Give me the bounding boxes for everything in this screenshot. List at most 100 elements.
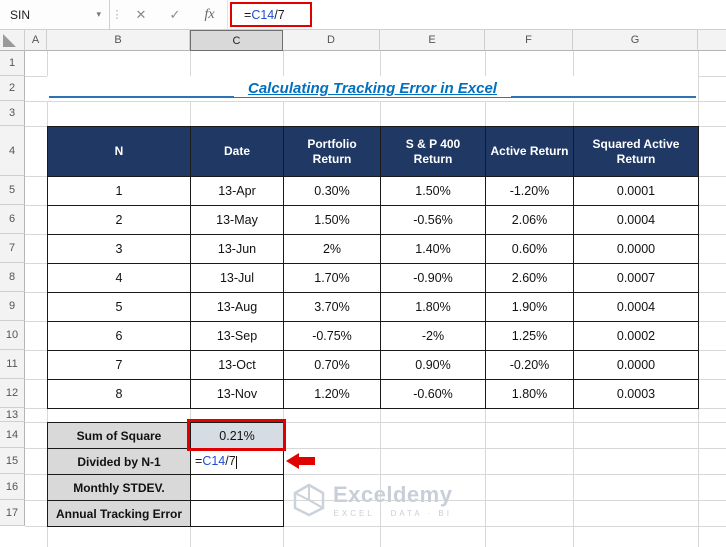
active-edit-cell[interactable]: =C14/7 [190, 448, 284, 475]
column-header-c[interactable]: C [190, 30, 283, 51]
cancel-button[interactable]: ✕ [124, 0, 158, 29]
cell[interactable]: 2% [283, 234, 381, 264]
cell[interactable]: 1.25% [485, 321, 574, 351]
cell[interactable]: -0.75% [283, 321, 381, 351]
cell[interactable]: 2.06% [485, 205, 574, 235]
cell[interactable]: -0.20% [485, 350, 574, 380]
cell[interactable]: 6 [47, 321, 191, 351]
row-header[interactable]: 7 [0, 234, 25, 263]
cell[interactable]: -0.56% [380, 205, 486, 235]
table-row: Sum of Square 0.21% [47, 422, 284, 449]
table-header-cell[interactable]: Squared Active Return [573, 126, 699, 177]
annotation-arrow-icon [286, 453, 299, 469]
divided-by-n1-label[interactable]: Divided by N-1 [47, 448, 191, 475]
column-header-b[interactable]: B [47, 30, 190, 51]
row-header[interactable]: 16 [0, 474, 25, 500]
cell[interactable]: 0.0000 [573, 350, 699, 380]
table-header-cell[interactable]: N [47, 126, 191, 177]
cell[interactable]: 2 [47, 205, 191, 235]
cell[interactable]: 1.20% [283, 379, 381, 409]
table-header-cell[interactable]: Portfolio Return [283, 126, 381, 177]
cell[interactable]: 13-Jun [190, 234, 284, 264]
select-all-corner[interactable] [0, 30, 25, 51]
cell[interactable]: 13-Sep [190, 321, 284, 351]
cell[interactable]: 0.0007 [573, 263, 699, 293]
monthly-stdev-value-cell[interactable] [190, 474, 284, 501]
cell[interactable]: 13-May [190, 205, 284, 235]
cell[interactable]: 1.90% [485, 292, 574, 322]
cell[interactable]: 5 [47, 292, 191, 322]
row-header[interactable]: 12 [0, 379, 25, 408]
cell[interactable]: 0.0002 [573, 321, 699, 351]
chevron-down-icon[interactable]: ▾ [96, 9, 101, 20]
cell[interactable]: 3 [47, 234, 191, 264]
column-header-a[interactable]: A [25, 30, 47, 51]
row-header[interactable]: 8 [0, 263, 25, 292]
cell[interactable]: -1.20% [485, 176, 574, 206]
cell[interactable]: 0.0000 [573, 234, 699, 264]
row-header[interactable]: 9 [0, 292, 25, 321]
cell[interactable]: 1.40% [380, 234, 486, 264]
column-header-g[interactable]: G [573, 30, 698, 51]
row-header[interactable]: 1 [0, 51, 25, 76]
annual-tracking-error-label[interactable]: Annual Tracking Error [47, 500, 191, 527]
cell[interactable]: 0.0004 [573, 205, 699, 235]
formula-input[interactable]: = C14 /7 [228, 0, 726, 29]
sum-of-square-value-cell[interactable]: 0.21% [190, 422, 284, 449]
cell[interactable]: 0.90% [380, 350, 486, 380]
annual-tracking-error-value-cell[interactable] [190, 500, 284, 527]
cell[interactable]: 0.0003 [573, 379, 699, 409]
cell[interactable]: 13-Nov [190, 379, 284, 409]
column-header-d[interactable]: D [283, 30, 380, 51]
row-header[interactable]: 2 [0, 76, 25, 101]
cell[interactable]: 1.50% [380, 176, 486, 206]
row-header[interactable]: 15 [0, 448, 25, 474]
row-header[interactable]: 4 [0, 126, 25, 176]
row-header[interactable]: 13 [0, 408, 25, 422]
cell[interactable]: 0.60% [485, 234, 574, 264]
cell[interactable]: 8 [47, 379, 191, 409]
cell[interactable]: 13-Oct [190, 350, 284, 380]
cell[interactable]: 1.70% [283, 263, 381, 293]
enter-button[interactable]: ✓ [158, 0, 192, 29]
cell[interactable]: -2% [380, 321, 486, 351]
cell[interactable]: 0.70% [283, 350, 381, 380]
table-row: 3 13-Jun 2% 1.40% 0.60% 0.0000 [47, 234, 699, 264]
cell[interactable]: -0.60% [380, 379, 486, 409]
cell[interactable]: 4 [47, 263, 191, 293]
insert-function-button[interactable]: fx [192, 0, 228, 29]
cell[interactable]: 13-Apr [190, 176, 284, 206]
cell[interactable]: -0.90% [380, 263, 486, 293]
name-box[interactable]: SIN ▾ [0, 0, 110, 29]
row-header[interactable]: 6 [0, 205, 25, 234]
monthly-stdev-label[interactable]: Monthly STDEV. [47, 474, 191, 501]
table-header-cell[interactable]: S & P 400 Return [380, 126, 486, 177]
row-header[interactable]: 11 [0, 350, 25, 379]
table-header-cell[interactable]: Date [190, 126, 284, 177]
table-row: 2 13-May 1.50% -0.56% 2.06% 0.0004 [47, 205, 699, 235]
cell[interactable]: 1.80% [485, 379, 574, 409]
table-row: 5 13-Aug 3.70% 1.80% 1.90% 0.0004 [47, 292, 699, 322]
cell[interactable]: 0.0004 [573, 292, 699, 322]
column-header-f[interactable]: F [485, 30, 573, 51]
cell[interactable]: 13-Aug [190, 292, 284, 322]
cell[interactable]: 0.0001 [573, 176, 699, 206]
cell[interactable]: 2.60% [485, 263, 574, 293]
cell[interactable]: 1 [47, 176, 191, 206]
sum-of-square-label[interactable]: Sum of Square [47, 422, 191, 449]
cell[interactable]: 0.30% [283, 176, 381, 206]
cell[interactable]: 3.70% [283, 292, 381, 322]
cell[interactable]: 1.80% [380, 292, 486, 322]
cell[interactable]: 13-Jul [190, 263, 284, 293]
row-header[interactable]: 14 [0, 422, 25, 448]
row-header[interactable]: 10 [0, 321, 25, 350]
row-header[interactable]: 17 [0, 500, 25, 526]
row-header[interactable]: 5 [0, 176, 25, 205]
column-header-e[interactable]: E [380, 30, 485, 51]
table-header-cell[interactable]: Active Return [485, 126, 574, 177]
title-cell[interactable]: Calculating Tracking Error in Excel [47, 76, 698, 101]
cell[interactable]: 7 [47, 350, 191, 380]
row-header[interactable]: 3 [0, 101, 25, 126]
cell[interactable]: 1.50% [283, 205, 381, 235]
table-head: N Date Portfolio Return S & P 400 Return Act… [47, 126, 699, 177]
